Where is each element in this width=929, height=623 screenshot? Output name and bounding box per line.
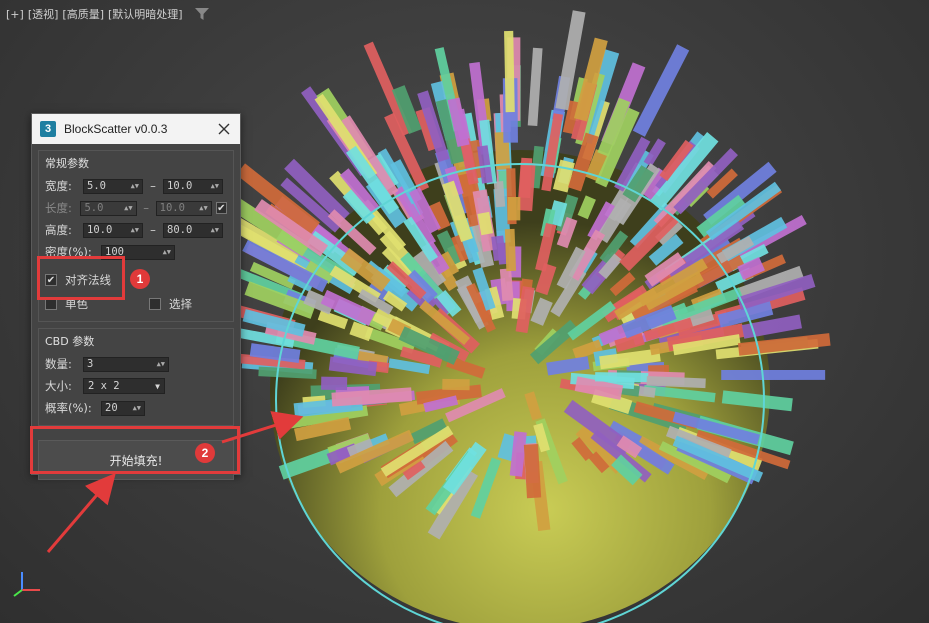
range-dash: – xyxy=(143,201,149,215)
probability-spinner[interactable]: 20 ▲▼ xyxy=(101,400,145,416)
scatter-block xyxy=(527,47,543,126)
spinner-arrows-icon[interactable]: ▲▼ xyxy=(133,404,141,412)
axis-gizmo xyxy=(13,572,40,597)
length-min-spinner[interactable]: 5.0 ▲▼ xyxy=(80,200,137,216)
scatter-block xyxy=(321,376,348,391)
spinner-arrows-icon[interactable]: ▲▼ xyxy=(211,182,219,190)
select-label[interactable]: 选择 xyxy=(169,296,192,312)
scatter-block xyxy=(504,30,515,113)
close-icon xyxy=(218,123,230,135)
size-row: 大小: 2 x 2 ▼ xyxy=(45,375,227,397)
viewport-menu-perspective[interactable]: [透视] xyxy=(28,6,59,22)
count-spinner[interactable]: 3 ▲▼ xyxy=(83,356,169,372)
scatter-block xyxy=(721,369,826,380)
step-badge-1: 1 xyxy=(130,269,150,289)
height-row: 高度: 10.0 ▲▼ – 80.0 ▲▼ xyxy=(45,219,227,241)
scatter-block xyxy=(632,44,690,137)
height-label: 高度: xyxy=(45,223,72,237)
scatter-block xyxy=(507,196,521,221)
spinner-arrows-icon[interactable]: ▲▼ xyxy=(211,226,219,234)
height-min-spinner[interactable]: 10.0 ▲▼ xyxy=(83,222,143,238)
spinner-arrows-icon[interactable]: ▲▼ xyxy=(163,248,171,256)
filter-icon[interactable] xyxy=(194,8,209,20)
length-max-spinner[interactable]: 10.0 ▲▼ xyxy=(155,200,212,216)
count-row: 数量: 3 ▲▼ xyxy=(45,353,227,375)
probability-row: 概率(%): 20 ▲▼ xyxy=(45,397,227,419)
length-label: 长度: xyxy=(45,201,72,215)
viewport-menu-shading[interactable]: [默认明暗处理] xyxy=(108,6,183,22)
size-dropdown[interactable]: 2 x 2 ▼ xyxy=(83,378,165,394)
highlight-box-align xyxy=(37,256,125,300)
group-title: 常规参数 xyxy=(45,157,89,170)
probability-label: 概率(%): xyxy=(45,401,92,415)
width-max-spinner[interactable]: 10.0 ▲▼ xyxy=(163,178,223,194)
viewport-menu-quality[interactable]: [高质量] xyxy=(62,6,104,22)
dialog-titlebar[interactable]: 3 BlockScatter v0.0.3 xyxy=(32,114,240,144)
scatter-block xyxy=(504,228,517,272)
spinner-arrows-icon[interactable]: ▲▼ xyxy=(157,360,165,368)
width-row: 宽度: 5.0 ▲▼ – 10.0 ▲▼ xyxy=(45,175,227,197)
3dsmax-icon: 3 xyxy=(40,121,56,137)
scatter-block xyxy=(595,372,649,383)
spinner-arrows-icon[interactable]: ▲▼ xyxy=(131,226,139,234)
length-row: 长度: 5.0 ▲▼ – 10.0 ▲▼ ✔ xyxy=(45,197,227,219)
width-min-spinner[interactable]: 5.0 ▲▼ xyxy=(83,178,143,194)
viewport-menu-plus[interactable]: [+] xyxy=(6,8,24,21)
range-dash: – xyxy=(150,179,156,193)
width-label: 宽度: xyxy=(45,179,72,193)
spinner-arrows-icon[interactable]: ▲▼ xyxy=(124,204,132,212)
spinner-arrows-icon[interactable]: ▲▼ xyxy=(199,204,207,212)
height-max-spinner[interactable]: 80.0 ▲▼ xyxy=(163,222,223,238)
size-label: 大小: xyxy=(45,379,72,393)
length-lock-checkbox[interactable]: ✔ xyxy=(215,202,227,214)
close-button[interactable] xyxy=(216,121,232,137)
scatter-block xyxy=(442,378,470,391)
cbd-params-group: CBD 参数 数量: 3 ▲▼ 大小: 2 x 2 ▼ 概率(%): 20 ▲▼ xyxy=(38,328,234,426)
group-title: CBD 参数 xyxy=(45,335,95,348)
select-checkbox[interactable] xyxy=(149,298,161,310)
viewport-label: [+] [透视] [高质量] [默认明暗处理] xyxy=(6,6,209,22)
range-dash: – xyxy=(150,223,156,237)
spinner-arrows-icon[interactable]: ▲▼ xyxy=(131,182,139,190)
chevron-down-icon: ▼ xyxy=(155,381,160,391)
step-badge-2: 2 xyxy=(195,443,215,463)
dialog-title: BlockScatter v0.0.3 xyxy=(64,122,168,136)
count-label: 数量: xyxy=(45,357,72,371)
